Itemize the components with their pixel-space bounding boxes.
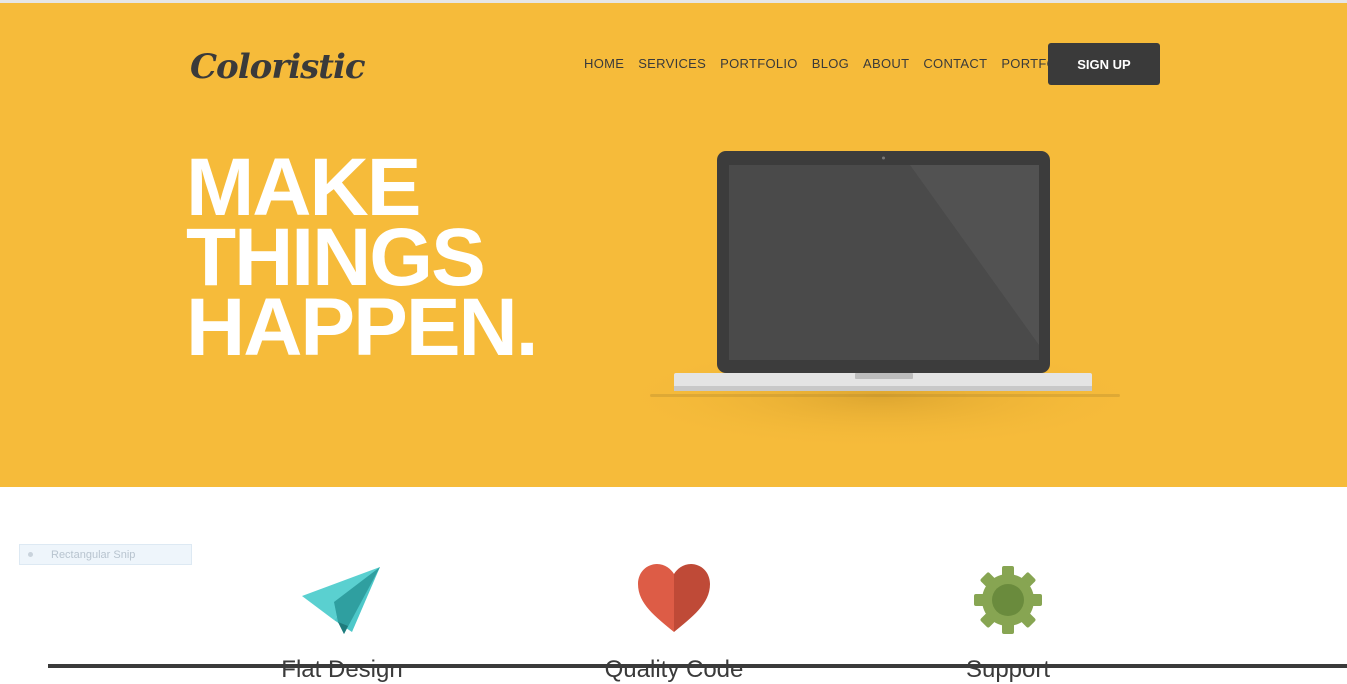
gear-icon [974, 566, 1042, 634]
feature-flat-design: Flat Design [281, 562, 403, 683]
paper-plane-icon [302, 567, 380, 634]
nav-portfolio[interactable]: PORTFOLIO [720, 56, 798, 71]
headline-line-3: HAPPEN. [186, 282, 539, 373]
nav-contact[interactable]: CONTACT [923, 56, 987, 71]
feature-title: Quality Code [604, 656, 744, 683]
logo[interactable]: Coloristic [190, 47, 366, 87]
feature-support: Support [966, 562, 1050, 683]
sign-up-button[interactable]: SIGN UP [1048, 43, 1160, 85]
hero-headline: MAKE THINGS HAPPEN. [186, 147, 539, 373]
snip-dot-icon [28, 552, 33, 557]
feature-title: Support [965, 656, 1051, 683]
snip-label: Rectangular Snip [51, 548, 136, 561]
nav-blog[interactable]: BLOG [812, 56, 849, 71]
nav-about[interactable]: ABOUT [863, 56, 909, 71]
laptop-illustration [610, 151, 1150, 451]
hero-section: Coloristic HOME SERVICES PORTFOLIO BLOG … [0, 3, 1347, 487]
main-nav: HOME SERVICES PORTFOLIO BLOG ABOUT CONTA… [584, 56, 1079, 71]
feature-quality-code: Quality Code [605, 562, 743, 683]
nav-home[interactable]: HOME [584, 56, 624, 71]
feature-title: Flat Design [281, 656, 403, 683]
nav-services[interactable]: SERVICES [638, 56, 706, 71]
rectangular-snip-tooltip: Rectangular Snip [19, 544, 192, 565]
heart-icon [638, 564, 710, 632]
bottom-border [48, 664, 1347, 668]
